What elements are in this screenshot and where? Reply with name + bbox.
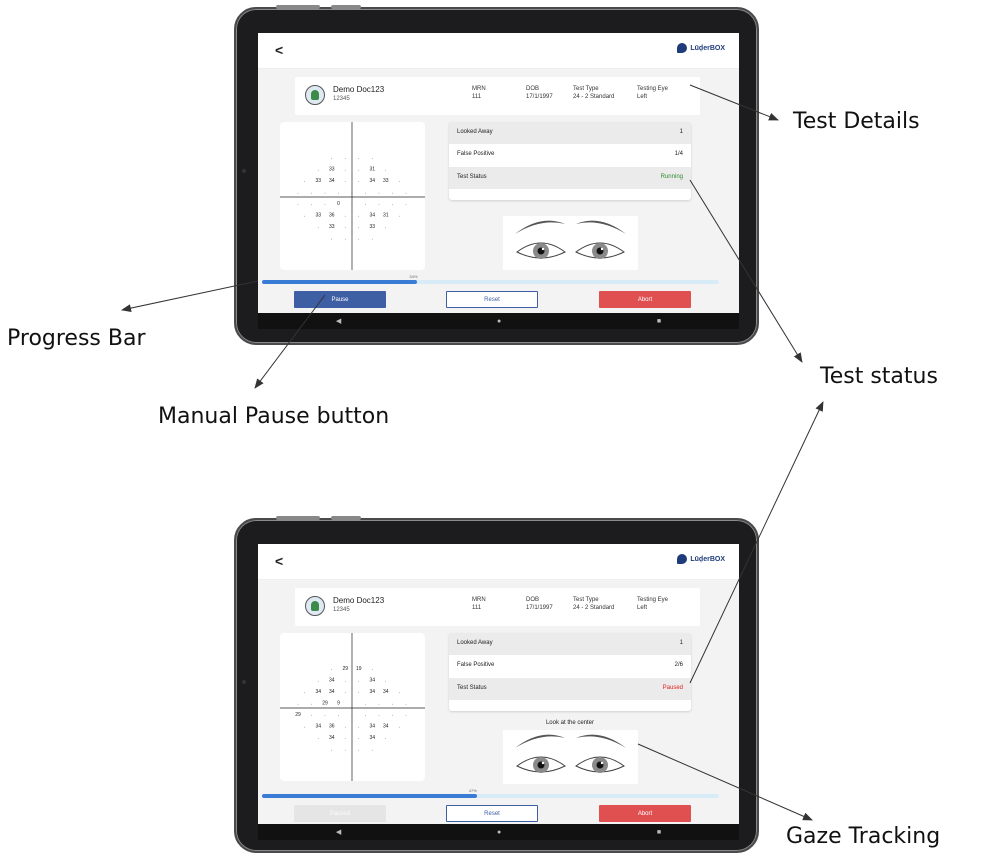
figure: < LūḑerBOX Demo Doc123 12345 MRN 111 DOB 1… [0, 0, 981, 853]
callout-gaze-tracking: Gaze Tracking [786, 824, 941, 849]
arrow-gaze-tracking [637, 743, 813, 821]
arrow-test-details [689, 84, 779, 121]
arrow-test-status-paused [689, 401, 824, 684]
callout-progress-bar: Progress Bar [7, 326, 146, 351]
callout-test-details: Test Details [793, 109, 920, 134]
arrow-test-status-running [689, 179, 803, 363]
arrow-manual-pause [254, 294, 326, 389]
callout-test-status: Test status [820, 364, 938, 389]
arrow-progress-bar [121, 280, 259, 313]
callout-manual-pause: Manual Pause button [158, 404, 390, 429]
